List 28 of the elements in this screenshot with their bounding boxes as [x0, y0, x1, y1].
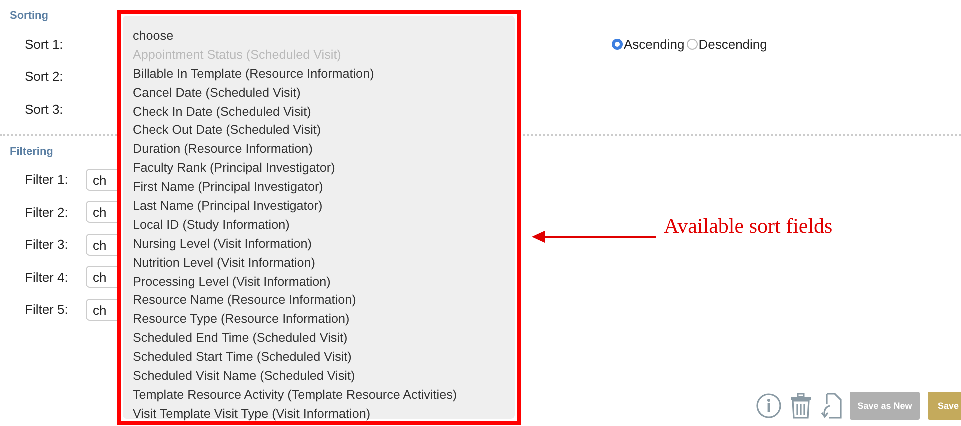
sort-label: Sort 2: [25, 69, 64, 84]
order-radio[interactable]: Ascending [612, 36, 685, 52]
dropdown-option[interactable]: Visit Template Visit Type (Visit Information) [133, 404, 371, 424]
dropdown-option[interactable]: Duration (Resource Information) [133, 140, 313, 160]
dropdown-option[interactable]: Check Out Date (Scheduled Visit) [133, 121, 322, 140]
order-radio[interactable]: Descending [686, 36, 768, 52]
filter-label: Filter 4: [25, 270, 70, 285]
dropdown-option[interactable]: Check In Date (Scheduled Visit) [133, 102, 312, 122]
arrow-icon [532, 230, 656, 244]
trash-icon[interactable] [790, 393, 812, 419]
filter-label: Filter 3: [25, 237, 70, 252]
filter-label: Filter 1: [25, 172, 70, 188]
filter-label: Filter 2: [25, 204, 70, 220]
dropdown-option[interactable]: Scheduled End Time (Scheduled Visit) [133, 329, 348, 348]
dropdown-option[interactable]: Scheduled Visit Name (Scheduled Visit) [133, 367, 356, 386]
annotation-text: Available sort fields [664, 214, 833, 238]
section-title: Sorting [10, 10, 48, 22]
dropdown-option[interactable]: Scheduled Start Time (Scheduled Visit) [133, 348, 352, 368]
document-icon[interactable] [820, 393, 842, 419]
sort-label: Sort 1: [25, 36, 64, 52]
info-icon[interactable] [756, 393, 782, 419]
section-title: Filtering [10, 146, 54, 158]
sort-label: Sort 3: [25, 102, 64, 117]
dropdown-option[interactable]: Billable In Template (Resource Information) [133, 64, 374, 84]
dropdown-option[interactable]: Template Resource Activity (Template Resource Activities) [133, 386, 458, 405]
dropdown-option[interactable]: choose [133, 27, 174, 46]
dropdown-option[interactable]: Cancel Date (Scheduled Visit) [133, 84, 301, 103]
filter-label: Filter 5: [25, 302, 70, 318]
